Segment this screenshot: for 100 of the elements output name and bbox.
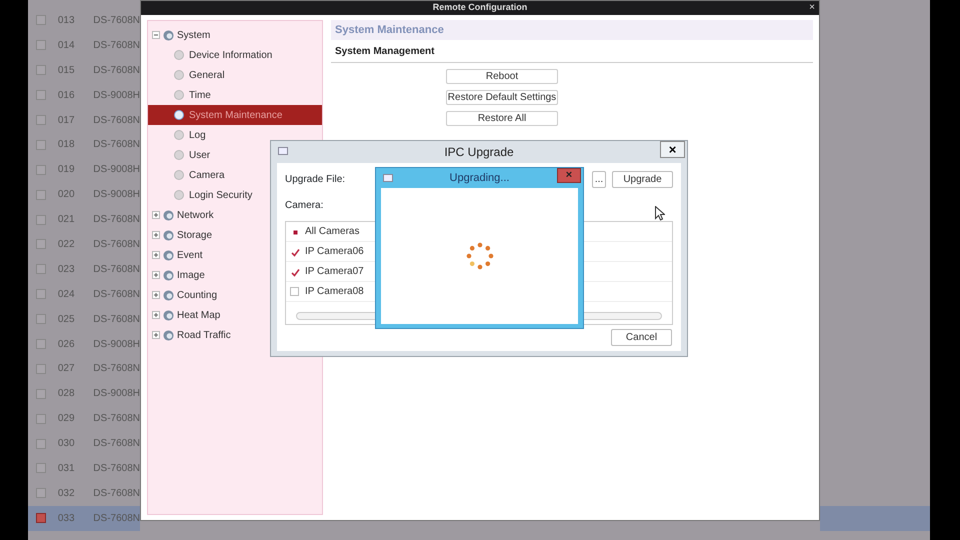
device-model: DS-7608N bbox=[93, 213, 140, 228]
window-icon bbox=[278, 147, 288, 155]
tree-label: User bbox=[189, 148, 210, 162]
field-label: Upgrade File: bbox=[285, 173, 346, 187]
row-checkbox[interactable] bbox=[36, 289, 46, 300]
device-model: DS-9008H bbox=[93, 338, 140, 352]
row-checkbox[interactable] bbox=[36, 339, 46, 350]
row-checkbox[interactable] bbox=[36, 364, 46, 374]
browse-button[interactable]: ... bbox=[592, 171, 606, 188]
globe-icon bbox=[163, 270, 174, 280]
tree-item[interactable]: General bbox=[148, 65, 322, 85]
row-checkbox[interactable] bbox=[36, 414, 46, 424]
tree-label: Network bbox=[177, 208, 214, 222]
device-number: 019 bbox=[58, 163, 76, 178]
globe-icon bbox=[163, 30, 174, 40]
device-model: DS-7608N bbox=[93, 238, 140, 252]
tree-item[interactable]: System bbox=[148, 25, 322, 45]
action-button[interactable]: Restore Default Settings bbox=[446, 90, 558, 105]
tree-item[interactable]: Device Information bbox=[148, 45, 322, 65]
node-icon bbox=[174, 170, 184, 180]
partial-check-icon bbox=[294, 230, 298, 234]
upgrade-button[interactable]: Upgrade bbox=[612, 171, 673, 188]
row-checkbox[interactable] bbox=[36, 239, 46, 250]
device-number: 020 bbox=[58, 188, 76, 202]
device-number: 026 bbox=[58, 338, 76, 352]
row-checkbox[interactable] bbox=[36, 388, 46, 399]
expand-icon[interactable] bbox=[152, 271, 160, 279]
device-number: 015 bbox=[58, 64, 76, 78]
tree-item[interactable]: System Maintenance bbox=[148, 105, 322, 125]
row-checkbox[interactable] bbox=[36, 115, 46, 125]
expand-icon[interactable] bbox=[152, 231, 160, 239]
section-title: System Maintenance bbox=[331, 20, 813, 40]
camera-label: IP Camera08 bbox=[305, 285, 364, 299]
row-checkbox[interactable] bbox=[36, 438, 46, 449]
tree-item[interactable]: Log bbox=[148, 125, 322, 145]
expand-icon[interactable] bbox=[152, 311, 160, 319]
tree-label: Heat Map bbox=[177, 308, 220, 322]
globe-icon bbox=[163, 290, 174, 300]
action-button[interactable]: Restore All bbox=[446, 111, 558, 126]
row-checkbox[interactable] bbox=[36, 513, 46, 524]
device-model: DS-7608N bbox=[93, 462, 140, 476]
dialog-title: Upgrading... bbox=[450, 170, 510, 186]
tree-label: System bbox=[177, 28, 210, 42]
close-button[interactable]: × bbox=[809, 1, 815, 14]
dialog-title: IPC Upgrade bbox=[444, 144, 514, 161]
device-number: 023 bbox=[58, 262, 76, 277]
device-model: DS-7608N bbox=[93, 437, 140, 452]
node-icon bbox=[174, 190, 184, 200]
row-checkbox[interactable] bbox=[36, 90, 46, 100]
cancel-button[interactable]: Cancel bbox=[611, 329, 672, 346]
tree-item[interactable]: Time bbox=[148, 85, 322, 105]
device-model: DS-7608N bbox=[93, 138, 140, 152]
device-number: 033 bbox=[58, 512, 76, 526]
tree-label: Counting bbox=[177, 288, 218, 302]
device-number: 017 bbox=[58, 114, 76, 128]
node-icon bbox=[174, 90, 184, 100]
row-checkbox[interactable] bbox=[36, 40, 46, 50]
tree-label: Storage bbox=[177, 228, 212, 242]
tree-label: Device Information bbox=[189, 48, 272, 62]
device-model: DS-9008H bbox=[93, 88, 140, 103]
window-title: Remote Configuration bbox=[432, 1, 528, 14]
tree-label: Login Security bbox=[189, 188, 252, 202]
expand-icon[interactable] bbox=[152, 211, 160, 219]
device-model: DS-7608N bbox=[93, 114, 140, 128]
close-button[interactable]: × bbox=[660, 141, 685, 158]
row-checkbox[interactable] bbox=[36, 488, 46, 498]
device-model: DS-7608N bbox=[93, 64, 140, 78]
close-button[interactable]: × bbox=[557, 168, 581, 183]
row-checkbox[interactable] bbox=[36, 164, 46, 175]
window-icon bbox=[383, 174, 393, 182]
device-model: DS-7608N bbox=[93, 512, 140, 526]
device-model: DS-7608N bbox=[93, 14, 140, 28]
row-checkbox[interactable] bbox=[36, 314, 46, 324]
device-number: 022 bbox=[58, 238, 76, 252]
device-model: DS-9008H bbox=[93, 387, 140, 402]
tree-label: Time bbox=[189, 88, 211, 102]
row-checkbox[interactable] bbox=[36, 65, 46, 76]
expand-icon[interactable] bbox=[152, 251, 160, 259]
device-model: DS-7608N bbox=[93, 262, 140, 277]
checkbox[interactable] bbox=[290, 287, 299, 296]
cursor-icon bbox=[655, 206, 665, 221]
row-checkbox[interactable] bbox=[36, 214, 46, 225]
device-number: 031 bbox=[58, 462, 76, 476]
device-model: DS-7608N bbox=[93, 412, 140, 426]
row-checkbox[interactable] bbox=[36, 463, 46, 474]
device-number: 029 bbox=[58, 412, 76, 426]
device-number: 013 bbox=[58, 14, 76, 28]
expand-icon[interactable] bbox=[152, 291, 160, 299]
row-checkbox[interactable] bbox=[36, 140, 46, 150]
camera-label: IP Camera07 bbox=[305, 265, 364, 279]
row-checkbox[interactable] bbox=[36, 190, 46, 200]
row-checkbox[interactable] bbox=[36, 15, 46, 26]
device-number: 027 bbox=[58, 362, 76, 376]
globe-icon bbox=[163, 250, 174, 260]
expand-icon[interactable] bbox=[152, 331, 160, 339]
row-checkbox[interactable] bbox=[36, 264, 46, 274]
collapse-icon[interactable] bbox=[152, 31, 160, 39]
node-icon bbox=[174, 110, 184, 120]
action-button[interactable]: Reboot bbox=[446, 69, 558, 84]
field-label: Camera: bbox=[285, 200, 324, 211]
